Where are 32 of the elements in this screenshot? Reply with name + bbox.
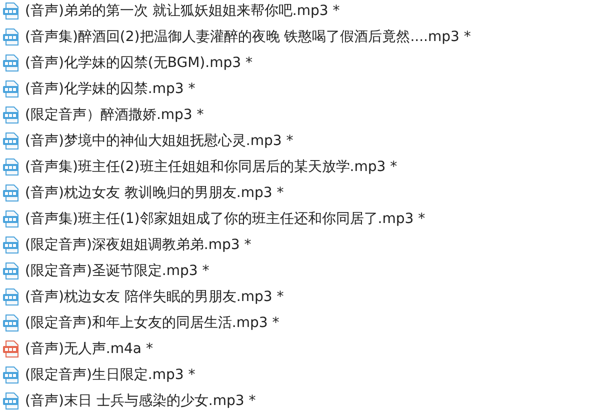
file-name[interactable]: (限定音声)深夜姐姐调教弟弟.mp3 * bbox=[25, 238, 252, 252]
file-name[interactable]: (音声)化学妹的囚禁(无BGM).mp3 * bbox=[25, 56, 252, 70]
audio-file-icon bbox=[2, 236, 20, 254]
audio-file-icon bbox=[2, 54, 20, 72]
file-name[interactable]: (音声)枕边女友 陪伴失眠的男朋友.mp3 * bbox=[25, 290, 284, 304]
file-name[interactable]: (音声)弟弟的第一次 就让狐妖姐姐来帮你吧.mp3 * bbox=[25, 4, 340, 18]
audio-file-icon bbox=[2, 106, 20, 124]
file-name[interactable]: (音声)末日 士兵与感染的少女.mp3 * bbox=[25, 394, 256, 408]
audio-file-icon bbox=[2, 28, 20, 46]
audio-file-icon bbox=[2, 132, 20, 150]
file-name[interactable]: (限定音声）醉酒撒娇.mp3 * bbox=[25, 108, 204, 122]
audio-file-icon bbox=[2, 2, 20, 20]
audio-file-icon bbox=[2, 262, 20, 280]
file-name[interactable]: (限定音声)生日限定.mp3 * bbox=[25, 368, 196, 382]
audio-file-icon bbox=[2, 158, 20, 176]
file-name[interactable]: (限定音声)和年上女友的同居生活.mp3 * bbox=[25, 316, 280, 330]
audio-file-icon bbox=[2, 184, 20, 202]
audio-file-icon bbox=[2, 80, 20, 98]
file-name[interactable]: (音声)无人声.m4a * bbox=[25, 342, 153, 356]
audio-file-icon bbox=[2, 366, 20, 384]
file-name[interactable]: (限定音声)圣诞节限定.mp3 * bbox=[25, 264, 210, 278]
file-name[interactable]: (音声集)班主任(1)邻家姐姐成了你的班主任还和你同居了.mp3 * bbox=[25, 212, 426, 226]
audio-file-icon bbox=[2, 210, 20, 228]
file-name[interactable]: (音声集)醉酒回(2)把温御人妻灌醉的夜晚 铁憨喝了假酒后竟然....mp3 * bbox=[25, 30, 471, 44]
audio-file-icon bbox=[2, 392, 20, 410]
file-name[interactable]: (音声集)班主任(2)班主任姐姐和你同居后的某天放学.mp3 * bbox=[25, 160, 398, 174]
file-name[interactable]: (音声)枕边女友 教训晚归的男朋友.mp3 * bbox=[25, 186, 284, 200]
audio-file-icon bbox=[2, 314, 20, 332]
file-name[interactable]: (音声)梦境中的神仙大姐姐抚慰心灵.mp3 * bbox=[25, 134, 294, 148]
audio-file-icon bbox=[2, 340, 20, 358]
audio-file-icon bbox=[2, 288, 20, 306]
file-name[interactable]: (音声)化学妹的囚禁.mp3 * bbox=[25, 82, 196, 96]
